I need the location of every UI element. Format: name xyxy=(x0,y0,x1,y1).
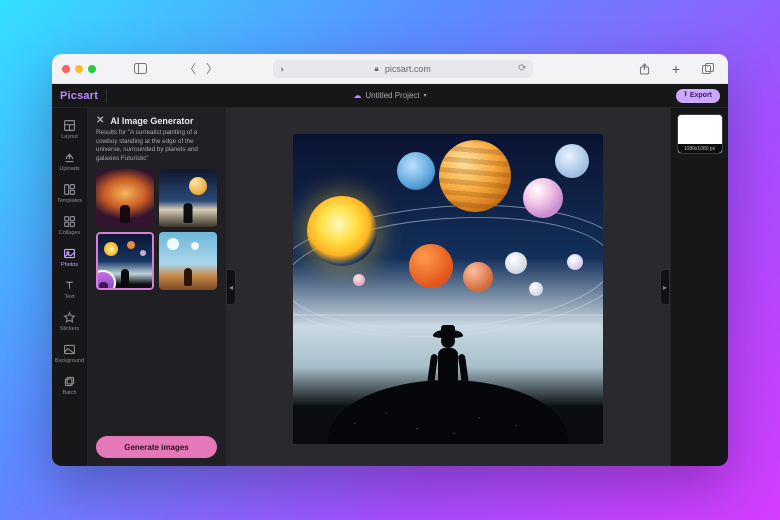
generated-image[interactable] xyxy=(293,134,603,444)
rail-label: Batch xyxy=(62,390,76,396)
url-host: picsart.com xyxy=(385,64,431,74)
uploads-icon xyxy=(63,150,77,164)
browser-chrome: 〈 〉 ◑ 🔒︎ picsart.com ⟳ + xyxy=(52,54,728,84)
rail-item-text[interactable]: Text xyxy=(53,274,87,304)
ai-generator-panel: ✕ AI Image Generator Results for "A surr… xyxy=(88,108,226,466)
panel-collapse-right[interactable]: ▸ xyxy=(660,269,670,305)
cowboy-figure xyxy=(424,298,472,418)
share-icon[interactable] xyxy=(634,59,654,79)
batch-icon xyxy=(63,374,77,388)
rail-label: Collages xyxy=(59,230,80,236)
address-bar[interactable]: ◑ 🔒︎ picsart.com ⟳ xyxy=(273,60,533,78)
generate-images-button[interactable]: Generate images xyxy=(96,436,217,458)
app-topbar: Picsart ☁ Untitled Project ▾ ⭱ Export xyxy=(52,84,728,108)
reload-icon[interactable]: ⟳ xyxy=(518,63,526,74)
privacy-shield-icon[interactable]: ◑ xyxy=(279,64,284,74)
background-icon xyxy=(63,342,77,356)
back-button[interactable]: 〈 xyxy=(184,60,196,77)
rail-label: Photos xyxy=(61,262,78,268)
pages-rail: 1080x1080 px xyxy=(670,108,728,466)
rail-label: Text xyxy=(64,294,74,300)
rail-item-uploads[interactable]: Uploads xyxy=(53,146,87,176)
sidebar-toggle-icon[interactable] xyxy=(130,59,150,79)
rail-item-stickers[interactable]: Stickers xyxy=(53,306,87,336)
left-tool-rail: Layout Uploads Templates Collages xyxy=(52,108,88,466)
export-icon: ⭱ xyxy=(684,90,686,101)
results-description: Results for "A surrealist painting of a … xyxy=(88,129,225,169)
picsart-app: Picsart ☁ Untitled Project ▾ ⭱ Export La… xyxy=(52,84,728,466)
canvas-area[interactable]: ◂ xyxy=(226,108,670,466)
browser-window: 〈 〉 ◑ 🔒︎ picsart.com ⟳ + Picsar xyxy=(52,54,728,466)
results-grid xyxy=(88,169,225,290)
photos-icon xyxy=(63,246,77,260)
result-thumb-2[interactable] xyxy=(159,169,217,227)
nav-arrows: 〈 〉 xyxy=(184,60,218,77)
rail-item-background[interactable]: Background xyxy=(53,338,87,368)
lock-icon: 🔒︎ xyxy=(375,64,379,74)
result-thumb-4[interactable] xyxy=(159,232,217,290)
user-avatar[interactable] xyxy=(96,270,116,290)
project-name-label: Untitled Project xyxy=(365,91,419,100)
maximize-window-button[interactable] xyxy=(88,65,96,73)
export-label: Export xyxy=(690,92,712,99)
rail-label: Background xyxy=(55,358,84,364)
rail-label: Templates xyxy=(57,198,82,204)
page-thumbnail-1[interactable]: 1080x1080 px xyxy=(677,114,723,154)
layout-icon xyxy=(63,118,77,132)
rail-item-templates[interactable]: Templates xyxy=(53,178,87,208)
result-thumb-1[interactable] xyxy=(96,169,154,227)
tabs-overview-icon[interactable] xyxy=(698,59,718,79)
panel-title: AI Image Generator xyxy=(110,116,193,126)
templates-icon xyxy=(63,182,77,196)
project-title[interactable]: ☁ Untitled Project ▾ xyxy=(353,91,426,100)
window-controls xyxy=(62,65,96,73)
rail-item-collages[interactable]: Collages xyxy=(53,210,87,240)
cloud-icon: ☁ xyxy=(353,91,361,100)
chevron-down-icon: ▾ xyxy=(424,92,427,99)
brand-logo[interactable]: Picsart xyxy=(60,90,98,102)
result-thumb-3[interactable] xyxy=(96,232,154,290)
minimize-window-button[interactable] xyxy=(75,65,83,73)
rail-label: Uploads xyxy=(59,166,79,172)
new-tab-icon[interactable]: + xyxy=(666,59,686,79)
rail-item-layout[interactable]: Layout xyxy=(53,114,87,144)
rail-label: Stickers xyxy=(60,326,80,332)
rail-item-photos[interactable]: Photos xyxy=(53,242,87,272)
export-button[interactable]: ⭱ Export xyxy=(676,89,720,103)
text-icon xyxy=(63,278,77,292)
forward-button[interactable]: 〉 xyxy=(206,60,218,77)
close-window-button[interactable] xyxy=(62,65,70,73)
rail-item-batch[interactable]: Batch xyxy=(53,370,87,400)
close-panel-button[interactable]: ✕ xyxy=(96,115,104,126)
panel-collapse-left[interactable]: ◂ xyxy=(226,269,236,305)
collages-icon xyxy=(63,214,77,228)
rail-label: Layout xyxy=(61,134,78,140)
stickers-icon xyxy=(63,310,77,324)
page-dimensions-label: 1080x1080 px xyxy=(678,144,722,153)
